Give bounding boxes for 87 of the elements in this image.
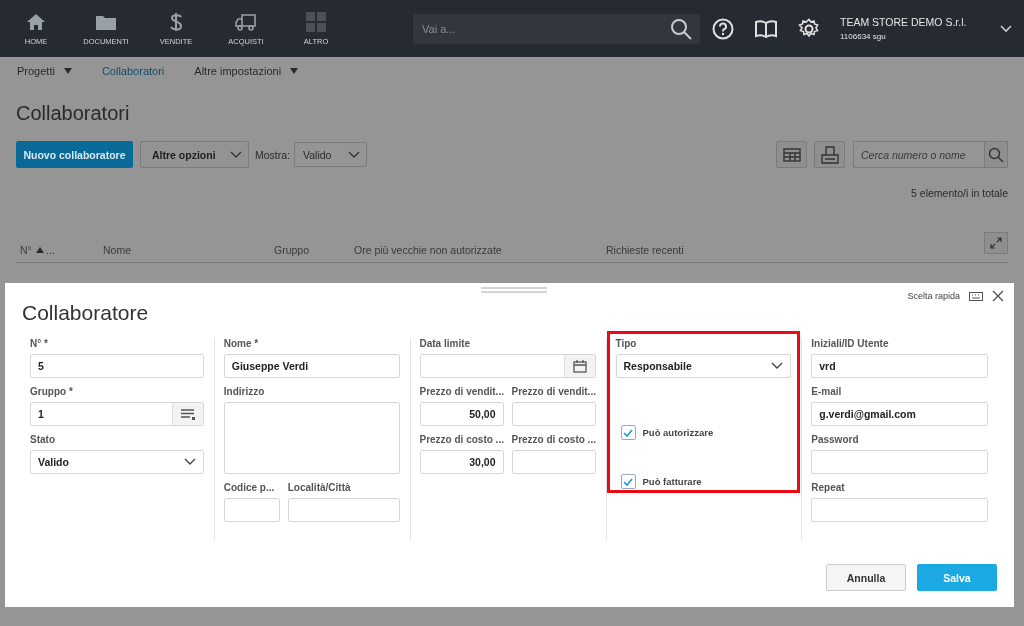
- checkbox-label: Può fatturare: [642, 476, 702, 487]
- page-title: Collaboratori: [16, 102, 131, 125]
- home-icon: [26, 11, 46, 32]
- show-label: Mostra:: [255, 148, 290, 161]
- print-button[interactable]: [814, 141, 845, 168]
- help-icon[interactable]: [712, 17, 734, 40]
- caret-icon: [63, 68, 72, 74]
- input-field[interactable]: 1: [30, 402, 204, 426]
- field-label: E-mail: [811, 386, 843, 399]
- company-name: TEAM STORE DEMO S.r.l.: [840, 16, 968, 28]
- checkbox[interactable]: [620, 474, 636, 489]
- dialog-title: Collaboratore: [22, 301, 150, 326]
- field-label: Località/Città: [287, 482, 352, 495]
- input-field[interactable]: [811, 450, 988, 474]
- field-label: Password: [811, 434, 860, 447]
- select-field[interactable]: Valido: [30, 450, 204, 474]
- new-collaborator-button[interactable]: Nuovo collaboratore: [16, 141, 133, 168]
- caret-icon: [348, 150, 360, 159]
- field-label: Stato: [30, 434, 56, 447]
- field-label: Data limite: [419, 338, 472, 351]
- list-icon: [180, 408, 195, 420]
- input-field[interactable]: [511, 402, 596, 426]
- expand-icon: [990, 237, 1002, 249]
- column-header[interactable]: Nome: [103, 244, 274, 256]
- drag-handle[interactable]: [481, 287, 547, 293]
- subnav-tab[interactable]: Altre impostazioni: [194, 65, 299, 77]
- column-header[interactable]: Ore più vecchie non autorizzate: [354, 244, 606, 256]
- input-field[interactable]: Giuseppe Verdi: [223, 354, 400, 378]
- caret-icon: [230, 150, 242, 159]
- truck-icon: [235, 11, 257, 32]
- field-label: Nome *: [223, 338, 260, 351]
- input-field[interactable]: [511, 450, 596, 474]
- input-field[interactable]: [223, 498, 280, 522]
- field-label: Prezzo di costo ...: [419, 434, 504, 447]
- field-label: Prezzo di costo ...: [511, 434, 596, 447]
- field-label: Indirizzo: [223, 386, 266, 399]
- show-select[interactable]: Valido: [294, 142, 367, 167]
- input-field[interactable]: [811, 498, 988, 522]
- settings-icon[interactable]: [798, 17, 820, 40]
- column-header[interactable]: ...: [46, 244, 103, 256]
- field-label: Gruppo *: [30, 386, 74, 399]
- caret-icon: [183, 458, 196, 466]
- close-icon[interactable]: [992, 290, 1004, 302]
- subnav-tab[interactable]: Progetti: [17, 65, 72, 77]
- field-label: Codice p...: [223, 482, 276, 495]
- input-field[interactable]: 30,00: [419, 450, 504, 474]
- total-count: 5 elemento/i in totale: [910, 187, 1008, 199]
- grid-icon: [306, 11, 326, 32]
- input-field[interactable]: g.verdi@gmail.com: [811, 402, 988, 426]
- input-field[interactable]: 50,00: [419, 402, 504, 426]
- company-id: 1106634 sgu: [840, 32, 887, 41]
- printer-icon: [820, 145, 839, 164]
- caret-icon: [771, 362, 784, 370]
- date-field[interactable]: [419, 354, 596, 378]
- column-header[interactable]: Richieste recenti: [606, 244, 684, 256]
- sort-icon: [35, 247, 44, 253]
- keyboard-icon[interactable]: [969, 291, 983, 301]
- field-label: Iniziali/ID Utente: [811, 338, 890, 351]
- table-icon: [782, 147, 801, 162]
- field-label: Tipo: [615, 338, 638, 351]
- field-label: Repeat: [811, 482, 846, 495]
- select-field[interactable]: Responsabile: [615, 354, 792, 378]
- quick-choice-link[interactable]: Scelta rapida: [907, 291, 960, 301]
- search-field[interactable]: Vai a...: [413, 13, 700, 44]
- search-button[interactable]: [984, 141, 1008, 168]
- book-icon[interactable]: [754, 18, 778, 39]
- table-view-button[interactable]: [776, 141, 807, 168]
- input-field[interactable]: 5: [30, 354, 204, 378]
- cancel-button[interactable]: Annulla: [826, 564, 906, 591]
- caret-icon[interactable]: [1000, 24, 1012, 33]
- column-header[interactable]: Gruppo: [274, 244, 354, 256]
- checkbox[interactable]: [620, 425, 636, 440]
- search-field[interactable]: Cerca numero o nome: [853, 141, 984, 168]
- input-field[interactable]: [287, 498, 400, 522]
- field-label: Prezzo di vendit...: [419, 386, 504, 399]
- field-label: N° *: [30, 338, 49, 351]
- checkbox-label: Può autorizzare: [642, 427, 714, 438]
- more-options-button[interactable]: Altre opzioni: [140, 141, 249, 168]
- expand-button[interactable]: [984, 232, 1008, 254]
- search-icon: [670, 17, 692, 40]
- column-header[interactable]: N°: [16, 244, 46, 256]
- caret-icon: [290, 68, 299, 74]
- field-label: Prezzo di vendit...: [511, 386, 596, 399]
- calendar-icon: [572, 359, 587, 373]
- dollar-icon: [169, 11, 183, 32]
- input-field[interactable]: vrd: [811, 354, 988, 378]
- search-icon: [988, 146, 1004, 163]
